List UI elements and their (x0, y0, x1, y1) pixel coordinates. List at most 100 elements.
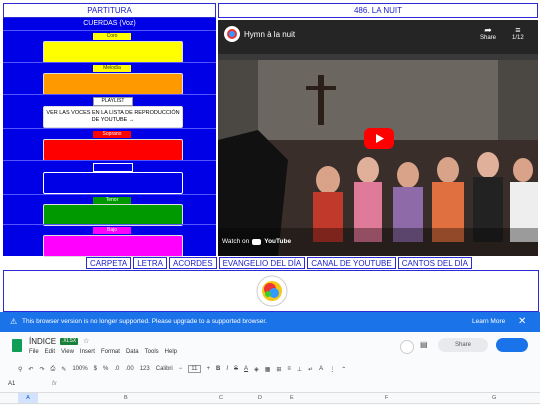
percent-format[interactable]: % (103, 366, 108, 372)
rotate-icon[interactable]: A (319, 366, 323, 372)
play-button[interactable] (364, 128, 394, 149)
search-icon[interactable]: ⚲ (18, 366, 22, 373)
share-button[interactable]: Share (438, 338, 488, 352)
partitura-header[interactable]: PARTITURA (3, 3, 216, 18)
zoom-select[interactable]: 100% (72, 366, 87, 372)
voice-tag: Melodía (93, 65, 131, 72)
voice-bar-blank[interactable] (43, 172, 183, 194)
close-icon[interactable]: ✕ (518, 312, 526, 332)
voice-row-tenor[interactable]: Tenor (3, 194, 216, 226)
voice-tag: Bajo (93, 227, 131, 234)
col-header-f[interactable]: F (385, 393, 388, 403)
voice-row-soprano[interactable]: Soprano (3, 128, 216, 161)
nav-cantos-del-dia[interactable]: CANTOS DEL DÍA (397, 257, 472, 269)
more-icon[interactable]: ⋮ (329, 366, 335, 373)
menu-data[interactable]: Data (126, 349, 139, 355)
voice-row-melodia[interactable]: Melodía (3, 62, 216, 95)
voice-bar-melodia[interactable] (43, 73, 183, 95)
voice-row-coro[interactable]: Coro (3, 30, 216, 63)
learn-more-link[interactable]: Learn More (472, 312, 505, 332)
redo-icon[interactable]: ↷ (39, 366, 44, 373)
music-logo-icon[interactable] (256, 275, 288, 307)
play-icon (376, 134, 384, 143)
voice-tag: Tenor (93, 197, 131, 204)
strikethrough-icon[interactable]: S (234, 366, 238, 372)
playlist-icon: ≡ (515, 25, 521, 35)
column-headers: A B C D E F G (0, 392, 540, 404)
wrap-icon[interactable]: ↵ (308, 366, 313, 373)
video-title[interactable]: Hymn à la nuit (244, 30, 295, 39)
increase-font-icon[interactable]: + (207, 366, 211, 372)
print-icon[interactable]: ⎙ (50, 366, 55, 373)
menu-help[interactable]: Help (165, 349, 177, 355)
nav-letra[interactable]: LETRA (133, 257, 167, 269)
align-icon[interactable]: ≡ (287, 366, 291, 372)
channel-avatar[interactable] (224, 26, 240, 42)
merge-icon[interactable]: ⊞ (276, 366, 281, 373)
nav-acordes[interactable]: ACORDES (169, 257, 217, 269)
font-select[interactable]: Calibri (156, 366, 173, 372)
bold-icon[interactable]: B (216, 366, 220, 372)
decrease-font-icon[interactable]: − (179, 366, 183, 372)
decrease-decimal[interactable]: .0 (114, 366, 119, 372)
nav-carpeta[interactable]: CARPETA (86, 257, 132, 269)
toolbar: ⚲ ↶ ↷ ⎙ ✎ 100% $ % .0 .00 123 Calibri − … (18, 363, 346, 375)
voice-row-playlist[interactable]: PLAYLIST VER LAS VOCES EN LA LISTA DE RE… (3, 94, 216, 129)
account-avatar[interactable] (400, 340, 414, 354)
col-header-c[interactable]: C (219, 393, 223, 403)
menu-insert[interactable]: Insert (80, 349, 95, 355)
comments-icon[interactable]: ▤ (420, 340, 428, 349)
share-label: Share (480, 35, 497, 41)
warning-icon: ⚠ (10, 317, 18, 326)
share-button[interactable]: ➦ Share (480, 26, 497, 42)
watch-on-youtube[interactable]: Watch on YouTube (222, 238, 291, 245)
voice-row-blank[interactable] (3, 160, 216, 195)
col-header-d[interactable]: D (258, 393, 262, 403)
nav-evangelio[interactable]: EVANGELIO DEL DÍA (218, 257, 306, 269)
voice-tag: PLAYLIST (93, 97, 133, 106)
italic-icon[interactable]: I (226, 366, 228, 372)
borders-icon[interactable]: ▦ (265, 366, 271, 373)
xlsx-badge: .XLSX (60, 338, 79, 345)
voice-tag: Soprano (93, 131, 131, 138)
voice-bar-tenor[interactable] (43, 204, 183, 226)
menu-file[interactable]: File (29, 349, 39, 355)
voices-panel: CUERDAS (Voz) Coro Melodía PLAYLIST VER … (3, 18, 216, 257)
menu-tools[interactable]: Tools (145, 349, 159, 355)
voice-bar-soprano[interactable] (43, 139, 183, 161)
account-button[interactable] (496, 338, 528, 352)
valign-icon[interactable]: ⊥ (297, 366, 302, 373)
sheets-logo-icon[interactable] (12, 339, 22, 352)
voice-tag: Coro (93, 33, 131, 40)
col-header-e[interactable]: E (290, 393, 294, 403)
logo-area (3, 270, 539, 312)
playlist-button[interactable]: ≡ 1/12 (512, 25, 524, 42)
menu-format[interactable]: Format (101, 349, 120, 355)
undo-icon[interactable]: ↶ (28, 366, 33, 373)
col-header-g[interactable]: G (492, 393, 496, 403)
youtube-embed[interactable]: Hymn à la nuit ➦ Share ≡ 1/12 Watch on Y… (218, 20, 538, 256)
col-header-b[interactable]: B (124, 393, 128, 403)
col-header-a[interactable]: A (18, 393, 38, 403)
menu-bar: File Edit View Insert Format Data Tools … (29, 349, 177, 355)
nav-canal-youtube[interactable]: CANAL DE YOUTUBE (307, 257, 396, 269)
cell-reference[interactable]: A1 (8, 381, 15, 387)
document-title[interactable]: ÍNDICE (29, 337, 56, 346)
voice-bar-coro[interactable] (43, 41, 183, 63)
playlist-link[interactable]: VER LAS VOCES EN LA LISTA DE REPRODUCCIÓ… (43, 106, 183, 128)
text-color-icon[interactable]: A (244, 366, 248, 372)
voice-bar-bajo[interactable] (43, 235, 183, 257)
collapse-icon[interactable]: ⌃ (341, 366, 346, 373)
more-formats[interactable]: 123 (140, 366, 150, 372)
currency-format[interactable]: $ (94, 366, 97, 372)
increase-decimal[interactable]: .00 (125, 366, 133, 372)
voice-row-bajo[interactable]: Bajo (3, 224, 216, 257)
voice-tag (93, 163, 133, 172)
star-icon[interactable]: ☆ (83, 337, 89, 345)
fx-icon: fx (52, 381, 57, 387)
font-size-input[interactable]: 11 (188, 365, 201, 373)
menu-view[interactable]: View (61, 349, 74, 355)
paint-format-icon[interactable]: ✎ (61, 366, 66, 373)
fill-color-icon[interactable]: ◈ (254, 366, 259, 373)
menu-edit[interactable]: Edit (45, 349, 55, 355)
